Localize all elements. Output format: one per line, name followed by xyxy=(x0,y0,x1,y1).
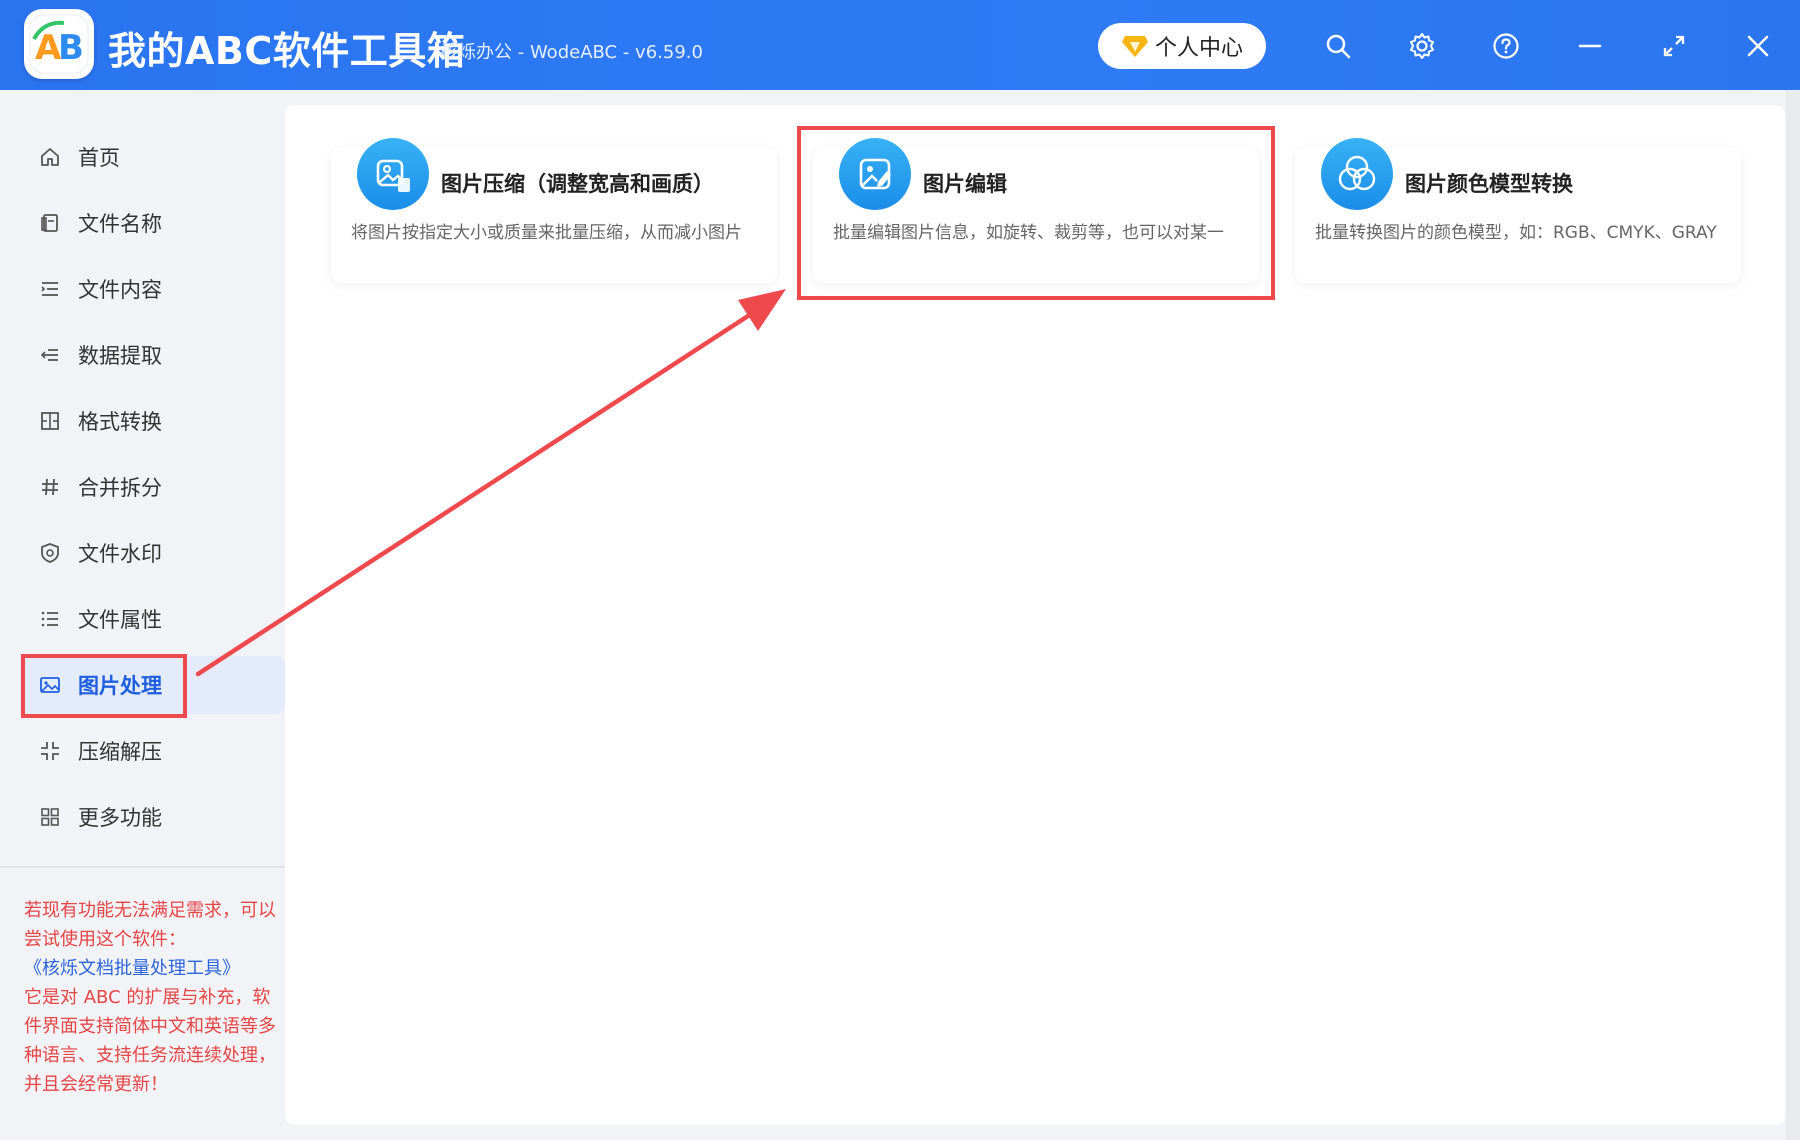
sidebar-divider xyxy=(0,866,285,868)
sidebar-item-label: 文件属性 xyxy=(78,608,162,632)
card-color-model[interactable]: 图片颜色模型转换 批量转换图片的颜色模型，如：RGB、CMYK、GRAY xyxy=(1295,138,1741,283)
sidebar-note-link[interactable]: 《核烁文档批量处理工具》 xyxy=(24,954,278,983)
sidebar-item-label: 合并拆分 xyxy=(78,476,162,500)
properties-icon xyxy=(38,607,62,631)
data-extract-icon xyxy=(38,343,62,367)
sidebar-note-details: 它是对 ABC 的扩展与补充，软件界面支持简体中文和英语等多种语言、支持任务流连… xyxy=(24,987,276,1095)
sidebar-item-label: 格式转换 xyxy=(78,410,162,434)
format-convert-icon xyxy=(38,409,62,433)
app-logo: A B xyxy=(24,9,94,79)
search-icon[interactable] xyxy=(1318,26,1358,66)
sidebar-highlight-frame xyxy=(21,654,187,718)
sidebar-item-label: 文件内容 xyxy=(78,278,162,302)
sidebar-item-file-name[interactable]: 文件名称 xyxy=(20,194,285,252)
sidebar-item-merge-split[interactable]: 合并拆分 xyxy=(20,458,285,516)
sidebar-item-label: 压缩解压 xyxy=(78,740,162,764)
sidebar-item-label: 数据提取 xyxy=(78,344,162,368)
card-image-edit[interactable]: 图片编辑 批量编辑图片信息，如旋转、裁剪等，也可以对某一 xyxy=(813,138,1259,283)
close-icon[interactable] xyxy=(1738,26,1778,66)
card-title: 图片压缩（调整宽高和画质） xyxy=(441,172,714,196)
help-icon[interactable] xyxy=(1486,26,1526,66)
svg-text:B: B xyxy=(58,28,84,68)
sidebar-item-label: 文件水印 xyxy=(78,542,162,566)
app-subtitle: 核烁办公 - WodeABC - v6.59.0 xyxy=(440,42,703,63)
sidebar-item-label: 文件名称 xyxy=(78,212,162,236)
settings-icon[interactable] xyxy=(1402,26,1442,66)
sidebar-item-more[interactable]: 更多功能 xyxy=(20,788,285,846)
user-center-button[interactable]: 个人中心 xyxy=(1098,23,1266,69)
window-edge xyxy=(1786,90,1800,1140)
sidebar-note: 若现有功能无法满足需求，可以尝试使用这个软件： 《核烁文档批量处理工具》 它是对… xyxy=(24,896,278,1099)
sidebar-item-file-content[interactable]: 文件内容 xyxy=(20,260,285,318)
app-title: 我的ABC软件工具箱 xyxy=(108,29,466,73)
sidebar-item-format-convert[interactable]: 格式转换 xyxy=(20,392,285,450)
sidebar-item-home[interactable]: 首页 xyxy=(20,128,285,186)
card-description: 批量转换图片的颜色模型，如：RGB、CMYK、GRAY xyxy=(1315,223,1717,243)
card-image-compress[interactable]: 图片压缩（调整宽高和画质） 将图片按指定大小或质量来批量压缩，从而减小图片 xyxy=(331,138,777,283)
maximize-icon[interactable] xyxy=(1654,26,1694,66)
sidebar-item-compress[interactable]: 压缩解压 xyxy=(20,722,285,780)
title-bar: A B 我的ABC软件工具箱 核烁办公 - WodeABC - v6.59.0 … xyxy=(0,0,1800,90)
card-description: 批量编辑图片信息，如旋转、裁剪等，也可以对某一 xyxy=(833,223,1224,243)
sidebar-item-properties[interactable]: 文件属性 xyxy=(20,590,285,648)
sidebar-note-intro: 若现有功能无法满足需求，可以尝试使用这个软件： xyxy=(24,900,276,950)
watermark-icon xyxy=(38,541,62,565)
compress-icon xyxy=(38,739,62,763)
card-description: 将图片按指定大小或质量来批量压缩，从而减小图片 xyxy=(351,223,742,243)
sidebar: 首页 文件名称 文件内容 数据提取 格式转换 合并拆分 文件水印 文件属性 图片… xyxy=(0,90,285,1140)
app-window: A B 我的ABC软件工具箱 核烁办公 - WodeABC - v6.59.0 … xyxy=(0,0,1800,1140)
file-content-icon xyxy=(38,277,62,301)
image-edit-icon xyxy=(839,138,911,210)
color-model-icon xyxy=(1321,138,1393,210)
sidebar-item-data-extract[interactable]: 数据提取 xyxy=(20,326,285,384)
home-icon xyxy=(38,145,62,169)
sidebar-item-label: 更多功能 xyxy=(78,806,162,830)
card-title: 图片编辑 xyxy=(923,172,1007,196)
vip-diamond-icon xyxy=(1121,34,1149,58)
sidebar-item-label: 首页 xyxy=(78,146,120,170)
file-name-icon xyxy=(38,211,62,235)
image-compress-icon xyxy=(357,138,429,210)
merge-split-icon xyxy=(38,475,62,499)
sidebar-item-watermark[interactable]: 文件水印 xyxy=(20,524,285,582)
minimize-icon[interactable] xyxy=(1570,26,1610,66)
more-icon xyxy=(38,805,62,829)
card-title: 图片颜色模型转换 xyxy=(1405,172,1573,196)
user-center-label: 个人中心 xyxy=(1154,36,1243,61)
